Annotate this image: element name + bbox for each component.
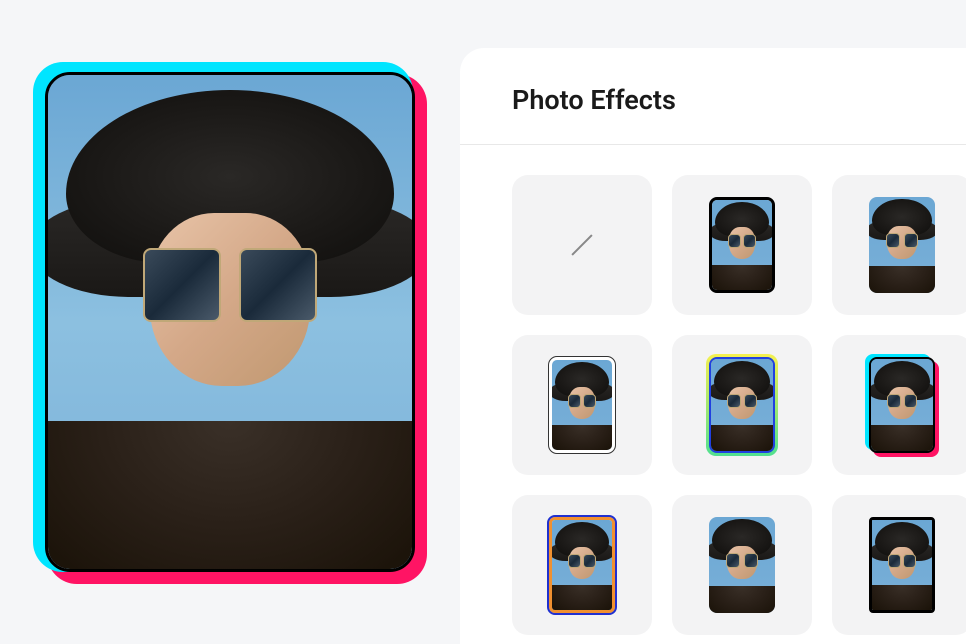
preview-frame [40,67,420,577]
effect-neon-gradient[interactable] [672,335,812,475]
effect-thumbnail [869,517,935,613]
divider [460,144,966,145]
portrait-illustration [48,75,412,569]
panel-title: Photo Effects [512,84,926,116]
effect-plain[interactable] [672,495,812,635]
effect-dual-stroke[interactable] [512,495,652,635]
effect-thumbnail [869,357,935,453]
effect-thumbnail [709,197,775,293]
effect-thumbnail [869,197,935,293]
effect-thumbnail [549,517,615,613]
effect-glitch[interactable] [832,335,966,475]
effect-white-border[interactable] [512,335,652,475]
effect-thumbnail [709,517,775,613]
preview-image [45,72,415,572]
effect-thumbnail [709,357,775,453]
effect-bold-black[interactable] [832,495,966,635]
none-icon [571,234,592,255]
effect-black-border[interactable] [672,175,812,315]
effects-grid [512,175,926,635]
effect-thumbnail [549,357,615,453]
effects-panel: Photo Effects [460,48,966,644]
effect-yellow-glow[interactable] [832,175,966,315]
effect-none[interactable] [512,175,652,315]
preview-area [0,0,460,644]
